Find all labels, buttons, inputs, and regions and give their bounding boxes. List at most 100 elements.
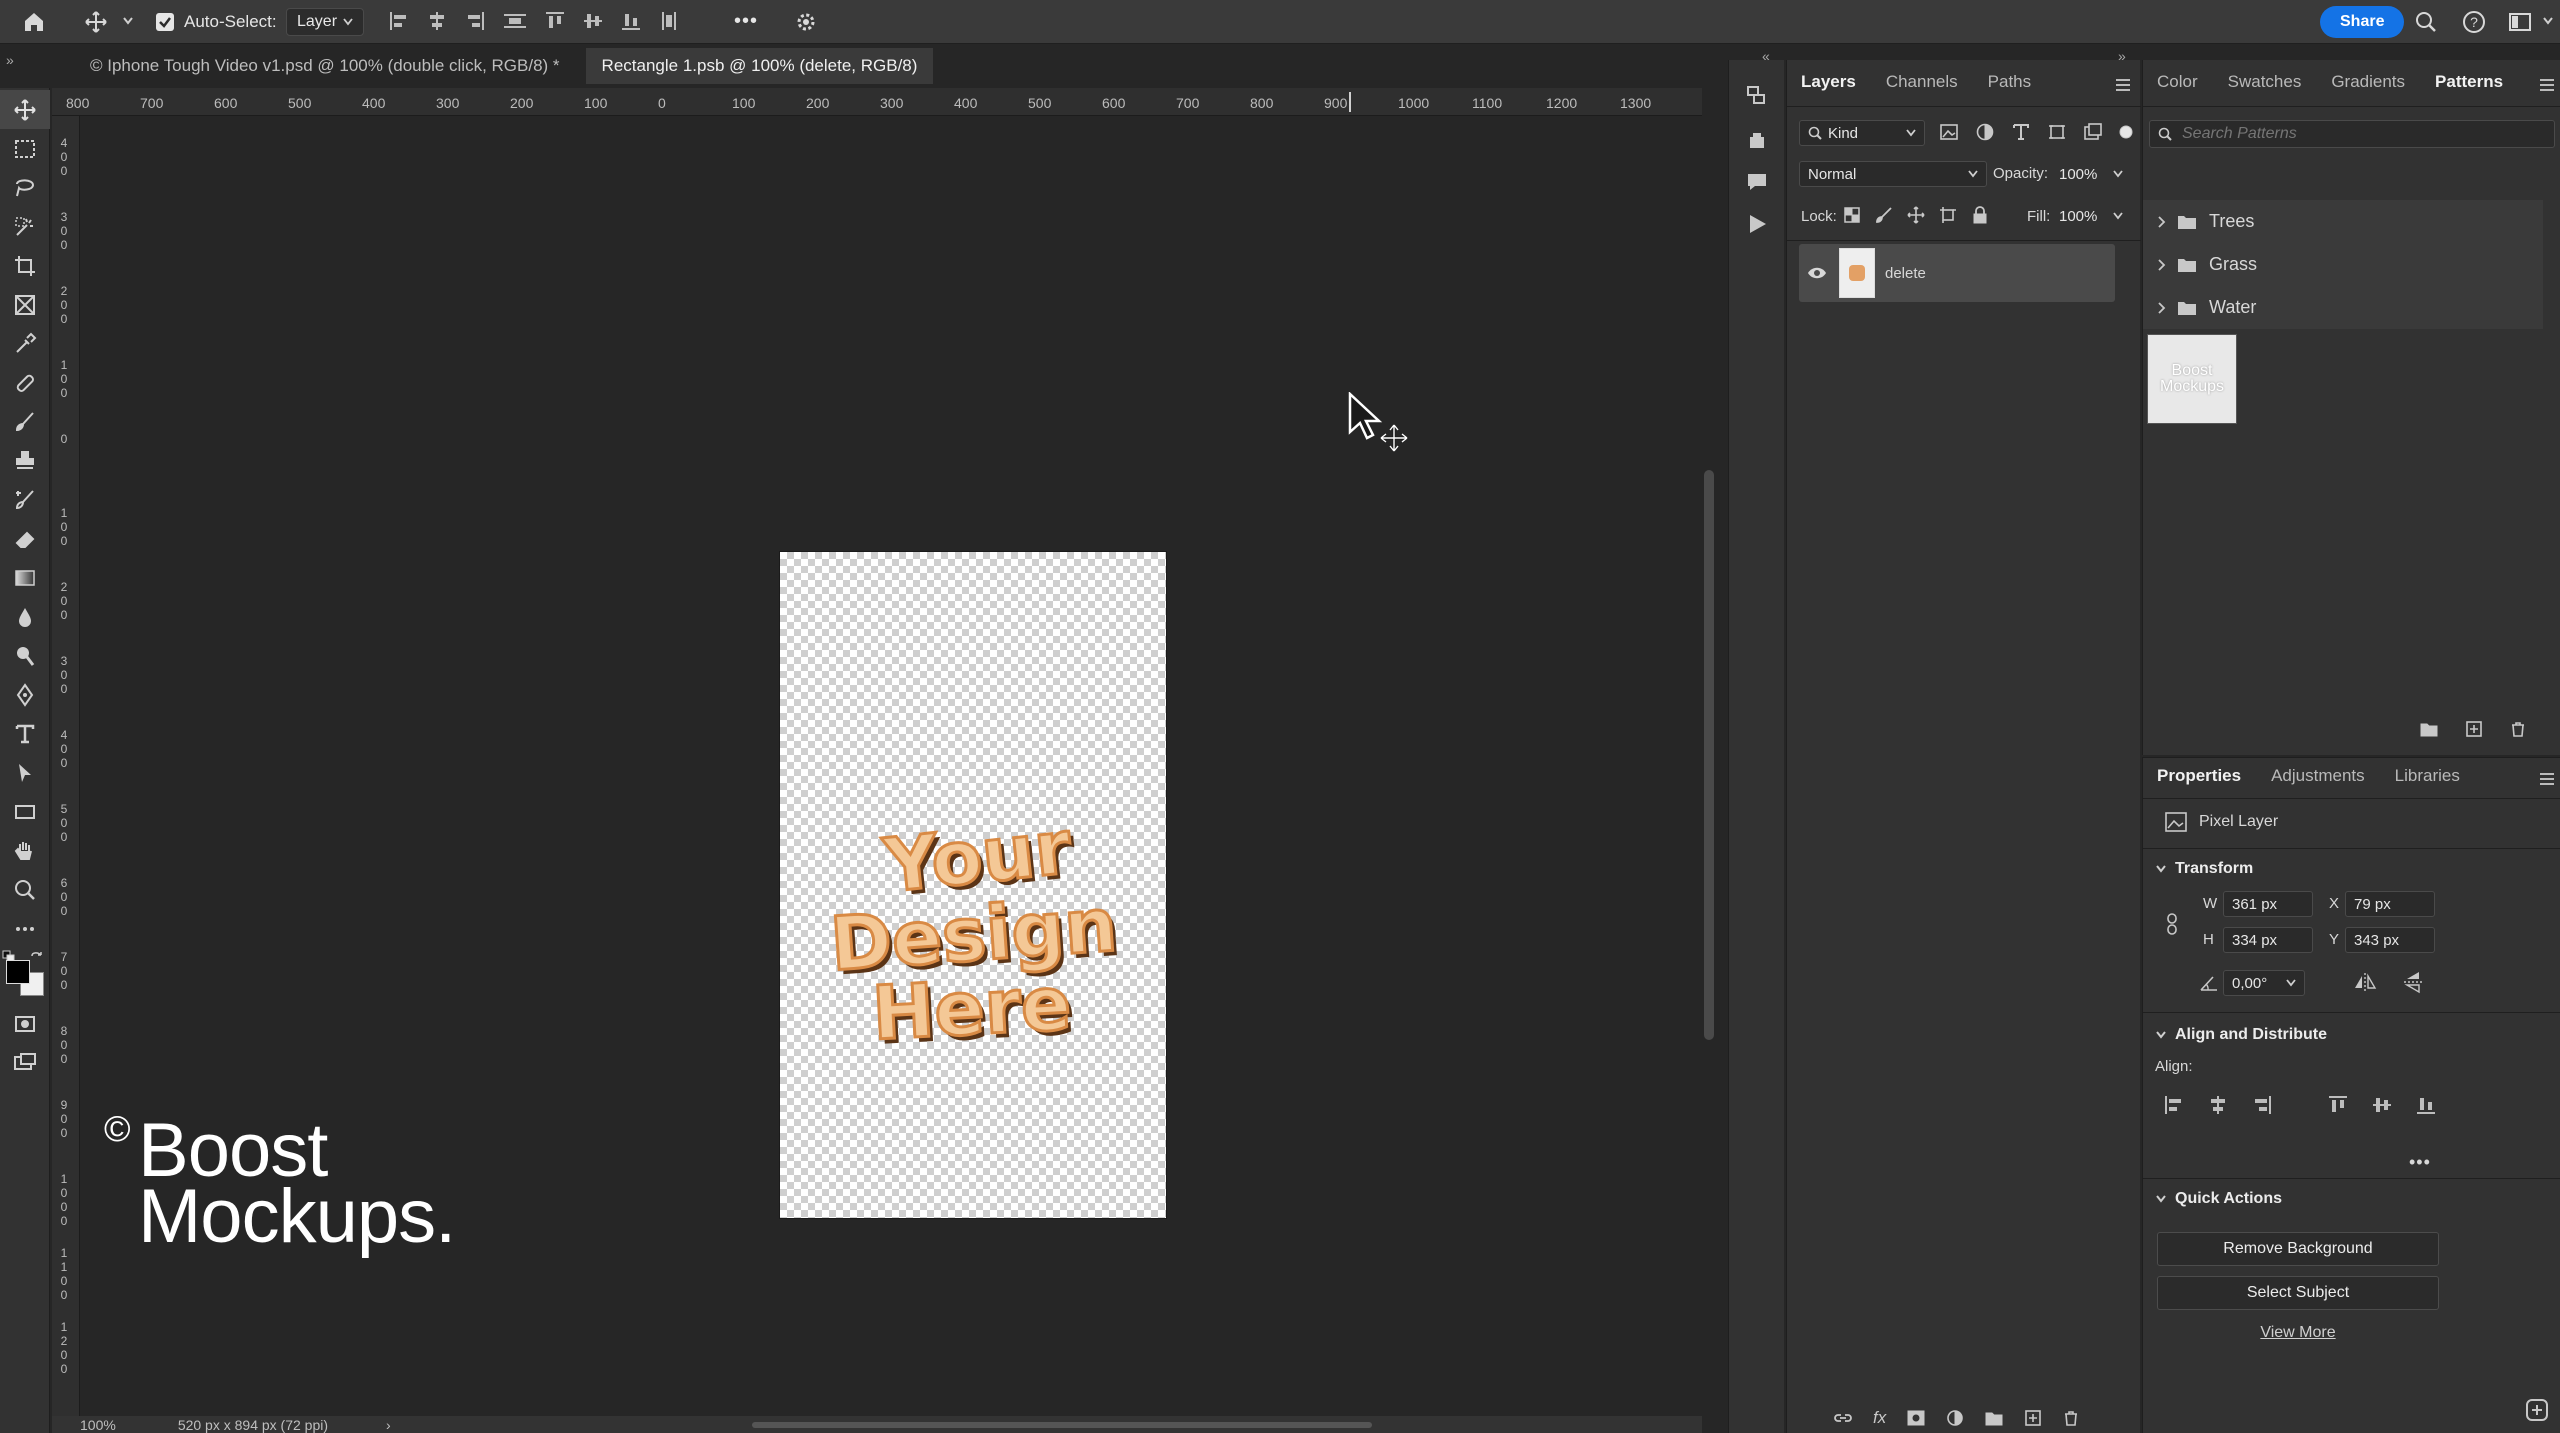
distribute-horizontal-icon[interactable] bbox=[502, 10, 528, 32]
blend-mode-dropdown[interactable]: Normal bbox=[1799, 161, 1987, 187]
tab-swatches[interactable]: Swatches bbox=[2228, 72, 2302, 92]
flip-horizontal-icon[interactable] bbox=[2353, 972, 2377, 992]
view-more-link[interactable]: View More bbox=[2157, 1324, 2439, 1342]
chevron-right-icon[interactable]: › bbox=[386, 1417, 391, 1433]
quick-mask-icon[interactable] bbox=[0, 1004, 50, 1043]
flip-vertical-icon[interactable] bbox=[2403, 970, 2423, 994]
pattern-group-trees[interactable]: Trees bbox=[2143, 200, 2543, 243]
move-tool-icon[interactable] bbox=[0, 90, 50, 129]
color-swatches[interactable] bbox=[0, 948, 49, 1004]
more-options-button[interactable]: ••• bbox=[734, 10, 758, 33]
tab-properties[interactable]: Properties bbox=[2157, 766, 2241, 786]
design-artwork[interactable]: Your Your Design Design Here Here bbox=[832, 800, 1122, 1050]
zoom-level[interactable]: 100% bbox=[80, 1417, 116, 1433]
panel-menu-icon[interactable] bbox=[2539, 772, 2555, 786]
search-patterns-field[interactable] bbox=[2149, 120, 2555, 148]
pattern-group-grass[interactable]: Grass bbox=[2143, 243, 2543, 286]
chevron-down-icon[interactable] bbox=[2542, 16, 2554, 26]
align-top-edges-icon[interactable] bbox=[2327, 1094, 2349, 1116]
brush-icon[interactable] bbox=[0, 402, 50, 441]
trash-icon[interactable] bbox=[2509, 720, 2527, 738]
hand-icon[interactable] bbox=[0, 831, 50, 870]
chevron-down-icon[interactable] bbox=[122, 16, 134, 26]
healing-brush-icon[interactable] bbox=[0, 363, 50, 402]
lock-transparent-pixels-icon[interactable] bbox=[1843, 206, 1861, 224]
lasso-icon[interactable] bbox=[0, 168, 50, 207]
auto-select-checkbox[interactable]: Auto-Select: bbox=[156, 12, 277, 32]
align-center-horizontal-icon[interactable] bbox=[426, 10, 448, 32]
align-left-edges-icon[interactable] bbox=[2163, 1094, 2185, 1116]
vertical-scrollbar[interactable] bbox=[1704, 470, 1714, 1040]
layer-row[interactable]: delete bbox=[1799, 244, 2115, 302]
filter-toggle-icon[interactable] bbox=[2119, 125, 2133, 139]
align-vertical-centers-icon[interactable] bbox=[2371, 1094, 2393, 1116]
more-tools-icon[interactable] bbox=[0, 909, 50, 948]
lock-image-pixels-icon[interactable] bbox=[1875, 206, 1893, 224]
filter-shape-icon[interactable] bbox=[2047, 122, 2067, 142]
align-right-edges-icon[interactable] bbox=[2251, 1094, 2273, 1116]
trash-icon[interactable] bbox=[2062, 1409, 2080, 1427]
gradient-icon[interactable] bbox=[0, 558, 50, 597]
new-group-icon[interactable] bbox=[1984, 1409, 2004, 1427]
history-brush-icon[interactable] bbox=[0, 480, 50, 519]
new-group-icon[interactable] bbox=[2419, 720, 2439, 738]
pattern-group-water[interactable]: Water bbox=[2143, 286, 2543, 329]
fill-field[interactable]: 100% bbox=[2059, 203, 2124, 229]
new-layer-icon[interactable] bbox=[2024, 1409, 2042, 1427]
link-dimensions-icon[interactable] bbox=[2165, 912, 2179, 936]
blur-icon[interactable] bbox=[0, 597, 50, 636]
home-icon[interactable] bbox=[22, 10, 46, 34]
search-icon[interactable] bbox=[2414, 10, 2438, 34]
horizontal-scrollbar[interactable] bbox=[752, 1422, 1372, 1428]
tab-paths[interactable]: Paths bbox=[1988, 72, 2031, 92]
eye-icon[interactable] bbox=[1807, 266, 1827, 280]
comments-icon[interactable] bbox=[1745, 170, 1769, 194]
discover-icon[interactable] bbox=[2525, 1398, 2549, 1422]
tab-gradients[interactable]: Gradients bbox=[2331, 72, 2405, 92]
height-field[interactable]: 334 px bbox=[2223, 927, 2313, 953]
pen-icon[interactable] bbox=[0, 675, 50, 714]
play-icon[interactable] bbox=[1745, 212, 1769, 236]
clone-stamp-icon[interactable] bbox=[0, 441, 50, 480]
swap-colors-icon[interactable] bbox=[30, 950, 44, 964]
quick-actions-section-header[interactable]: Quick Actions bbox=[2155, 1190, 2282, 1208]
layer-name[interactable]: delete bbox=[1885, 265, 1926, 282]
crop-icon[interactable] bbox=[0, 246, 50, 285]
history-icon[interactable] bbox=[1745, 84, 1769, 108]
gear-icon[interactable] bbox=[794, 10, 818, 34]
auto-select-target-dropdown[interactable]: Layer bbox=[286, 8, 364, 36]
layer-filter-kind-dropdown[interactable]: Kind bbox=[1799, 120, 1925, 146]
tab-patterns[interactable]: Patterns bbox=[2435, 72, 2503, 92]
eyedropper-icon[interactable] bbox=[0, 324, 50, 363]
tab-adjustments[interactable]: Adjustments bbox=[2271, 766, 2365, 786]
object-selection-icon[interactable] bbox=[0, 207, 50, 246]
screen-mode-icon[interactable] bbox=[0, 1043, 50, 1082]
panel-menu-icon[interactable] bbox=[2115, 78, 2131, 92]
distribute-vertical-icon[interactable] bbox=[658, 10, 680, 32]
eraser-icon[interactable] bbox=[0, 519, 50, 558]
canvas-area[interactable]: Your Your Design Design Here Here © Boos… bbox=[80, 116, 1702, 1416]
align-top-icon[interactable] bbox=[544, 10, 566, 32]
adjustment-layer-icon[interactable] bbox=[1946, 1409, 1964, 1427]
pattern-thumbnail[interactable]: Boost Mockups bbox=[2147, 334, 2237, 424]
align-middle-vertical-icon[interactable] bbox=[582, 10, 604, 32]
lock-all-icon[interactable] bbox=[1971, 206, 1989, 224]
zoom-icon[interactable] bbox=[0, 870, 50, 909]
more-align-options-button[interactable]: ••• bbox=[2409, 1152, 2431, 1173]
share-button[interactable]: Share bbox=[2320, 6, 2405, 38]
rectangular-marquee-icon[interactable] bbox=[0, 129, 50, 168]
tab-layers[interactable]: Layers bbox=[1801, 72, 1856, 92]
align-right-icon[interactable] bbox=[464, 10, 486, 32]
align-distribute-section-header[interactable]: Align and Distribute bbox=[2155, 1026, 2327, 1044]
move-tool-icon[interactable] bbox=[84, 10, 108, 34]
rectangle-shape-icon[interactable] bbox=[0, 792, 50, 831]
remove-background-button[interactable]: Remove Background bbox=[2157, 1232, 2439, 1266]
filter-adjustment-icon[interactable] bbox=[1975, 122, 1995, 142]
new-pattern-icon[interactable] bbox=[2465, 720, 2483, 738]
frame-icon[interactable] bbox=[0, 285, 50, 324]
tab-rectangle-psb[interactable]: Rectangle 1.psb @ 100% (delete, RGB/8) bbox=[585, 48, 934, 84]
align-bottom-icon[interactable] bbox=[620, 10, 642, 32]
help-icon[interactable]: ? bbox=[2462, 10, 2486, 34]
panel-menu-icon[interactable] bbox=[2539, 78, 2555, 92]
fx-icon[interactable]: fx bbox=[1873, 1408, 1886, 1428]
